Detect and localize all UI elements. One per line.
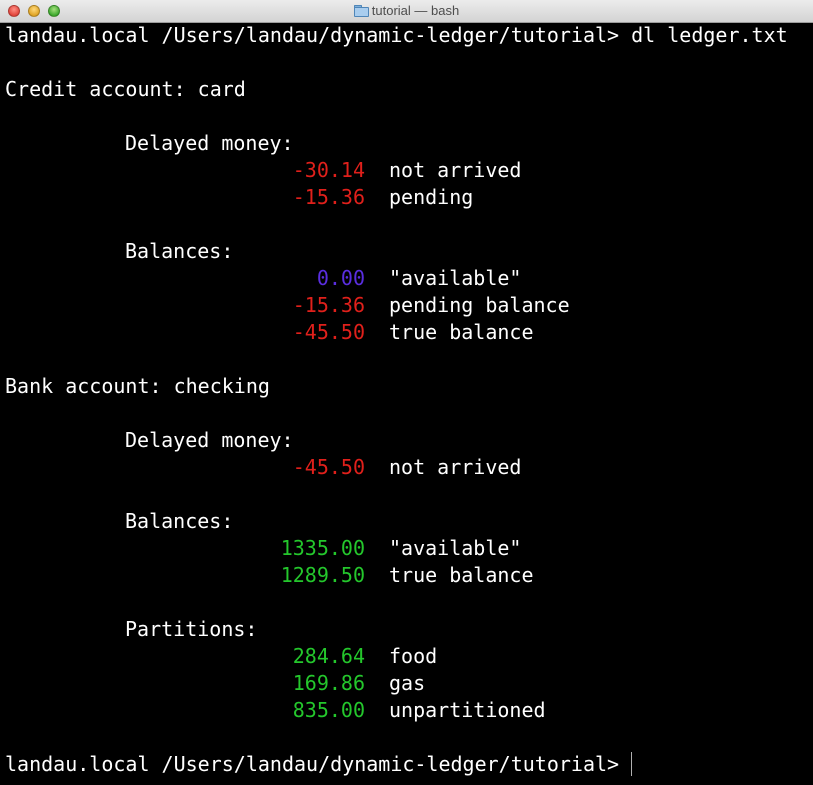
amount-label: "available" [389, 536, 522, 560]
text-cursor [631, 752, 633, 776]
credit-delayed-row: -15.36 pending [5, 184, 813, 211]
credit-balance-row: -15.36 pending balance [5, 292, 813, 319]
amount-label: food [389, 644, 438, 668]
window-title: tutorial — bash [371, 3, 460, 18]
bank-partition-row: 284.64 food [5, 643, 813, 670]
folder-icon [353, 5, 369, 17]
bank-delayed-title: Delayed money: [125, 428, 294, 452]
amount-value: 1335.00 [280, 536, 365, 560]
amount-value: 0.00 [316, 266, 365, 290]
amount-label: pending balance [389, 293, 570, 317]
amount-label: true balance [389, 320, 534, 344]
shell-prompt: landau.local /Users/landau/dynamic-ledge… [5, 752, 620, 776]
bank-balances-title: Balances: [125, 509, 234, 533]
amount-value: 1289.50 [280, 563, 365, 587]
credit-delayed-row: -30.14 not arrived [5, 157, 813, 184]
amount-value: 835.00 [292, 698, 365, 722]
command-line: landau.local /Users/landau/dynamic-ledge… [5, 23, 788, 47]
amount-label: true balance [389, 563, 534, 587]
amount-value: -30.14 [292, 158, 365, 182]
terminal-window: tutorial — bash landau.local /Users/land… [0, 0, 813, 785]
amount-value: -45.50 [292, 320, 365, 344]
bank-delayed-row: -45.50 not arrived [5, 454, 813, 481]
amount-label: gas [389, 671, 426, 695]
credit-balances-title: Balances: [125, 239, 234, 263]
amount-label: not arrived [389, 158, 522, 182]
terminal-output[interactable]: landau.local /Users/landau/dynamic-ledge… [5, 22, 813, 785]
amount-value: -15.36 [292, 293, 365, 317]
amount-value: -45.50 [292, 455, 365, 479]
bank-partitions-title: Partitions: [125, 617, 258, 641]
amount-value: -15.36 [292, 185, 365, 209]
bank-account-header: Bank account: checking [5, 374, 270, 398]
title-bar[interactable]: tutorial — bash [0, 0, 813, 23]
bank-balance-row: 1289.50 true balance [5, 562, 813, 589]
amount-label: not arrived [389, 455, 522, 479]
amount-label: unpartitioned [389, 698, 546, 722]
bank-balance-row: 1335.00 "available" [5, 535, 813, 562]
credit-account-header: Credit account: card [5, 77, 246, 101]
window-title-area: tutorial — bash [0, 0, 813, 22]
credit-balance-row: 0.00 "available" [5, 265, 813, 292]
bank-partition-row: 169.86 gas [5, 670, 813, 697]
bank-partition-row: 835.00 unpartitioned [5, 697, 813, 724]
amount-value: 169.86 [292, 671, 365, 695]
amount-label: "available" [389, 266, 522, 290]
credit-delayed-title: Delayed money: [125, 131, 294, 155]
amount-label: pending [389, 185, 474, 209]
prompt-line[interactable]: landau.local /Users/landau/dynamic-ledge… [5, 751, 813, 778]
credit-balance-row: -45.50 true balance [5, 319, 813, 346]
amount-value: 284.64 [292, 644, 365, 668]
